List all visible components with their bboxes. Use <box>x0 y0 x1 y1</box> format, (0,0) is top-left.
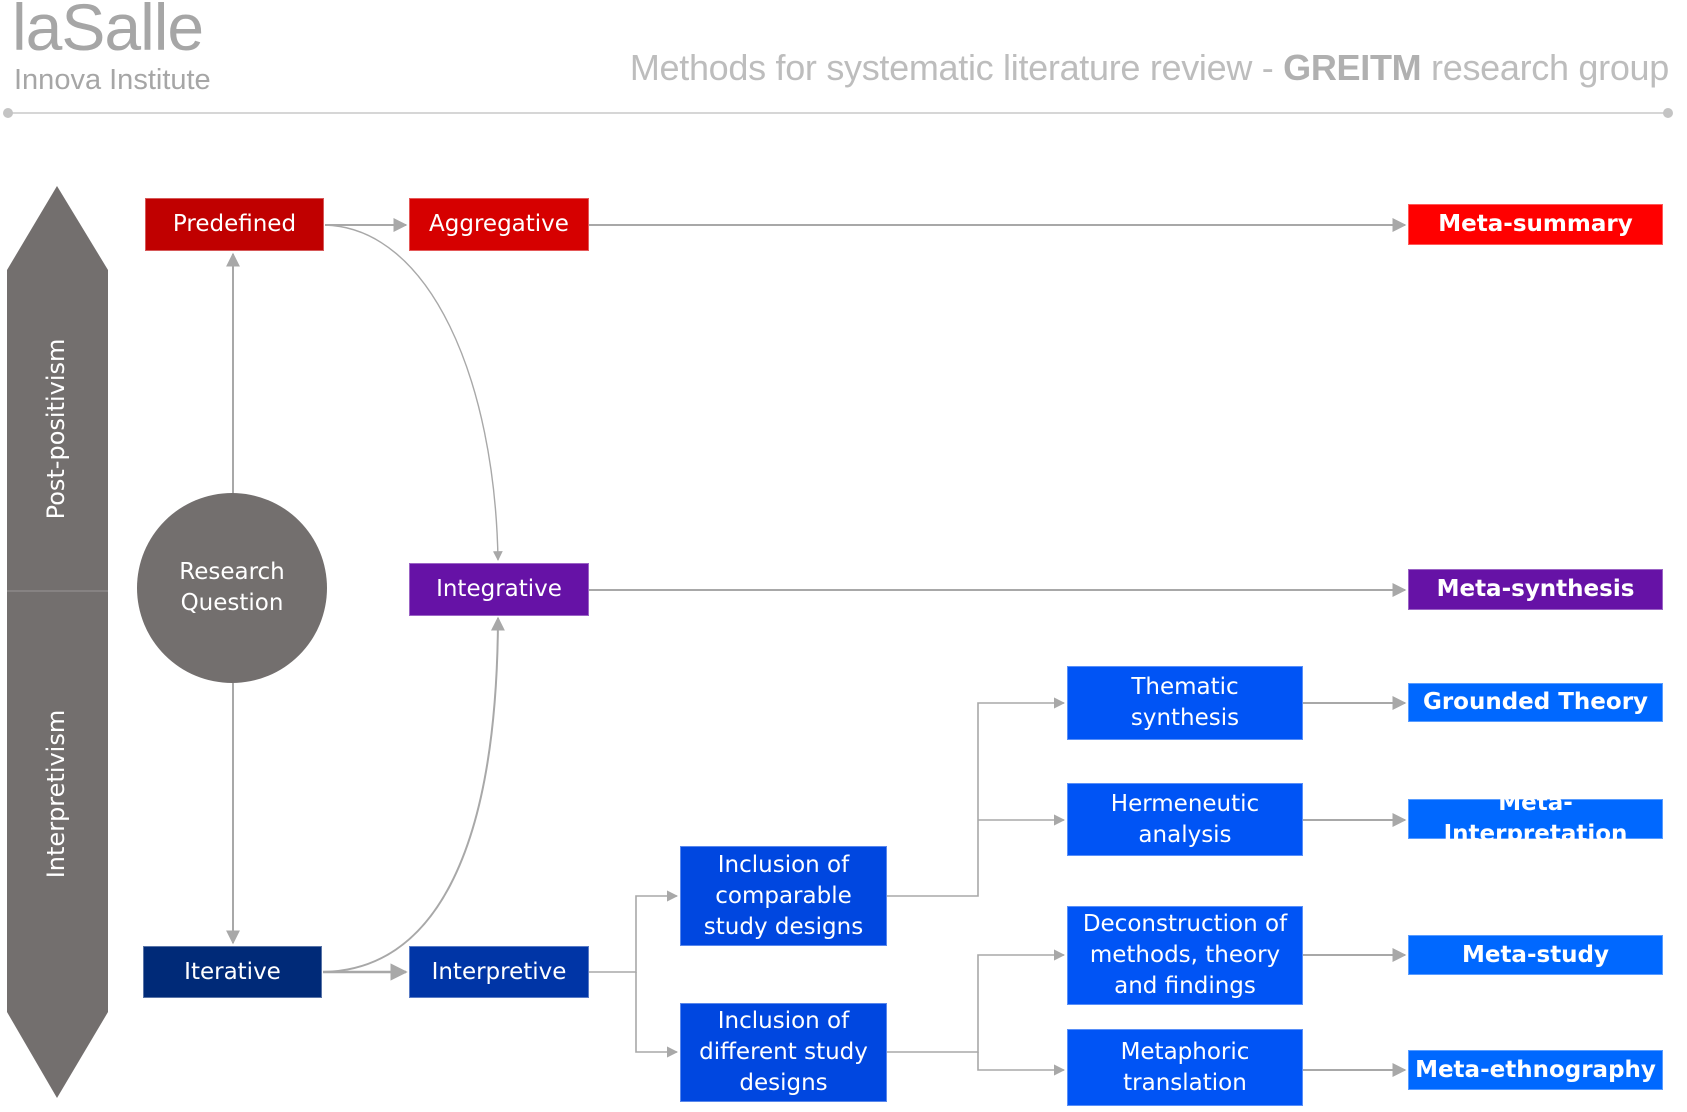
comparable-to-thematic-connector <box>887 697 1066 897</box>
hermeneutic-analysis-node[interactable]: Hermeneutic analysis <box>1067 783 1303 856</box>
meta-study-label: Meta-study <box>1461 941 1610 968</box>
integrative-label: Integrative <box>436 576 562 602</box>
interpretive-node[interactable]: Interpretive <box>409 946 589 998</box>
inclusion-different-label: Inclusion of different study designs <box>699 1008 868 1096</box>
interpretivism-label: Interpretivism <box>42 709 70 879</box>
meta-synthesis-label: Meta-synthesis <box>1436 576 1635 602</box>
predefined-node[interactable]: Predefined <box>145 198 324 251</box>
thematic-synthesis-label: Thematic synthesis <box>1130 674 1240 731</box>
metaphoric-translation-label: Metaphoric translation <box>1120 1038 1250 1096</box>
meta-study-node[interactable]: Meta-study <box>1408 935 1663 975</box>
aggregative-label: Aggregative <box>429 211 569 237</box>
iterative-label: Iterative <box>184 958 281 985</box>
deconstruction-node[interactable]: Deconstruction of methods, theory and fi… <box>1067 906 1303 1005</box>
metaphoric-translation-node[interactable]: Metaphoric translation <box>1067 1029 1303 1106</box>
paradigm-axis-arrow <box>7 186 108 1098</box>
interpretive-to-inclusion-connector <box>589 890 679 973</box>
inclusion-comparable-node[interactable]: Inclusion of comparable study designs <box>680 846 887 946</box>
meta-summary-label: Meta-summary <box>1438 211 1633 237</box>
interpretive-to-inclusion-different-connector <box>635 972 679 1058</box>
meta-interpretation-node[interactable]: Meta-Interpretation <box>1408 790 1663 847</box>
different-to-deconstruction-connector <box>887 949 1066 1053</box>
meta-ethnography-label: Meta-ethnography <box>1415 1056 1656 1083</box>
meta-synthesis-node[interactable]: Meta-synthesis <box>1408 569 1663 610</box>
meta-interpretation-label: Meta-Interpretation <box>1443 790 1628 847</box>
aggregative-node[interactable]: Aggregative <box>409 198 589 251</box>
header-rule-right-dot <box>1663 108 1673 118</box>
research-question-label: Research Question <box>179 559 285 616</box>
meta-summary-node[interactable]: Meta-summary <box>1408 204 1663 245</box>
hermeneutic-analysis-label: Hermeneutic analysis <box>1110 790 1260 848</box>
header-rule-left-dot <box>3 108 13 118</box>
grounded-theory-node[interactable]: Grounded Theory <box>1408 683 1663 722</box>
grounded-theory-label: Grounded Theory <box>1422 689 1649 715</box>
post-positivism-label: Post-positivism <box>42 338 70 520</box>
integrative-node[interactable]: Integrative <box>409 563 589 616</box>
inclusion-comparable-label: Inclusion of comparable study designs <box>703 851 864 940</box>
meta-ethnography-node[interactable]: Meta-ethnography <box>1408 1050 1663 1090</box>
thematic-synthesis-node[interactable]: Thematic synthesis <box>1067 666 1303 740</box>
deconstruction-label: Deconstruction of methods, theory and fi… <box>1082 911 1288 999</box>
interpretive-label: Interpretive <box>431 958 567 985</box>
different-to-metaphoric-connector <box>977 1052 1066 1076</box>
predefined-to-integrative-connector <box>324 224 503 561</box>
inclusion-different-node[interactable]: Inclusion of different study designs <box>680 1003 887 1102</box>
iterative-node[interactable]: Iterative <box>143 946 322 998</box>
predefined-label: Predefined <box>172 211 297 237</box>
iterative-to-integrative-connector <box>322 616 505 973</box>
research-question-node[interactable]: Research Question <box>137 493 327 683</box>
